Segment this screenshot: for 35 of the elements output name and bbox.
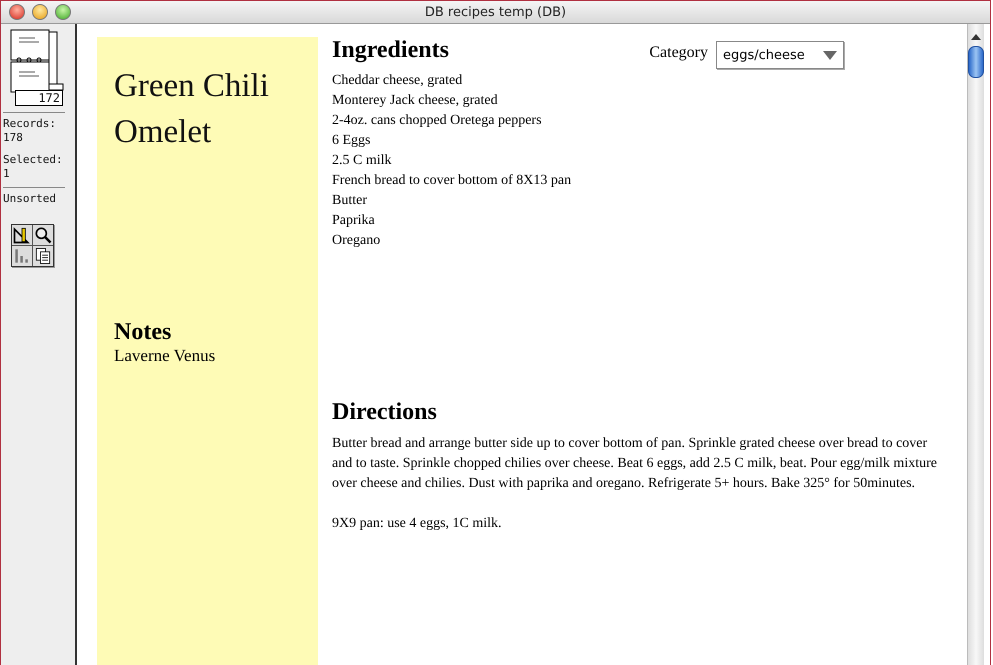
close-button[interactable] — [9, 4, 25, 20]
directions-paragraph: 9X9 pan: use 4 eggs, 1C milk. — [332, 515, 503, 533]
notes-text: Laverne Venus — [114, 346, 216, 366]
ingredient-line: 2.5 C milk — [332, 152, 393, 170]
selected-label: Selected: — [3, 153, 64, 167]
ingredient-line: 2-4oz. cans chopped Oretega peppers — [332, 112, 543, 130]
scroll-thumb[interactable] — [968, 46, 984, 78]
search-icon[interactable] — [33, 225, 53, 245]
ingredient-line: French bread to cover bottom of 8X13 pan — [332, 172, 572, 190]
notes-heading: Notes — [114, 319, 172, 346]
ingredients-heading: Ingredients — [332, 37, 449, 64]
ingredient-line: 6 Eggs — [332, 132, 372, 150]
recipe-title: Green Chili Omelet — [114, 67, 270, 152]
record-number: 172 — [15, 90, 63, 106]
caret-icon — [823, 50, 837, 60]
zoom-button[interactable] — [55, 4, 71, 20]
copy-icon[interactable] — [33, 246, 53, 266]
category-label: Category — [649, 44, 708, 62]
selected-count: 1 — [3, 167, 11, 181]
scroll-up-arrow-icon[interactable] — [969, 32, 983, 42]
directions-paragraph: Butter bread and arrange butter side up to cover bottom of pan. Sprinkle grated cheese over bread to cover and to taste. Sprinkle chopped chilies over cheese. Beat 6 eggs, add 2.5 C milk, beat. Pour egg/milk mixture over cheese and chilies. Dust with paprika and oregano. Refrigerate 5+ hours. Bake 325° for 50minutes. — [332, 435, 938, 493]
ingredient-line: Monterey Jack cheese, grated — [332, 92, 499, 110]
ingredient-line: Paprika — [332, 212, 376, 230]
category-dropdown[interactable]: eggs/cheese — [716, 41, 844, 69]
minimize-button[interactable] — [32, 4, 48, 20]
records-count: 178 — [3, 131, 24, 145]
ingredient-line: Cheddar cheese, grated — [332, 72, 464, 90]
sort-status: Unsorted — [3, 192, 57, 206]
ingredient-line: Butter — [332, 192, 368, 210]
directions-heading: Directions — [332, 399, 438, 426]
records-label: Records: — [3, 117, 57, 131]
ruler-icon[interactable] — [12, 225, 32, 245]
ingredient-line: Oregano — [332, 232, 382, 250]
scrollbar[interactable] — [967, 24, 984, 665]
window-title: DB recipes temp (DB) — [424, 4, 568, 20]
